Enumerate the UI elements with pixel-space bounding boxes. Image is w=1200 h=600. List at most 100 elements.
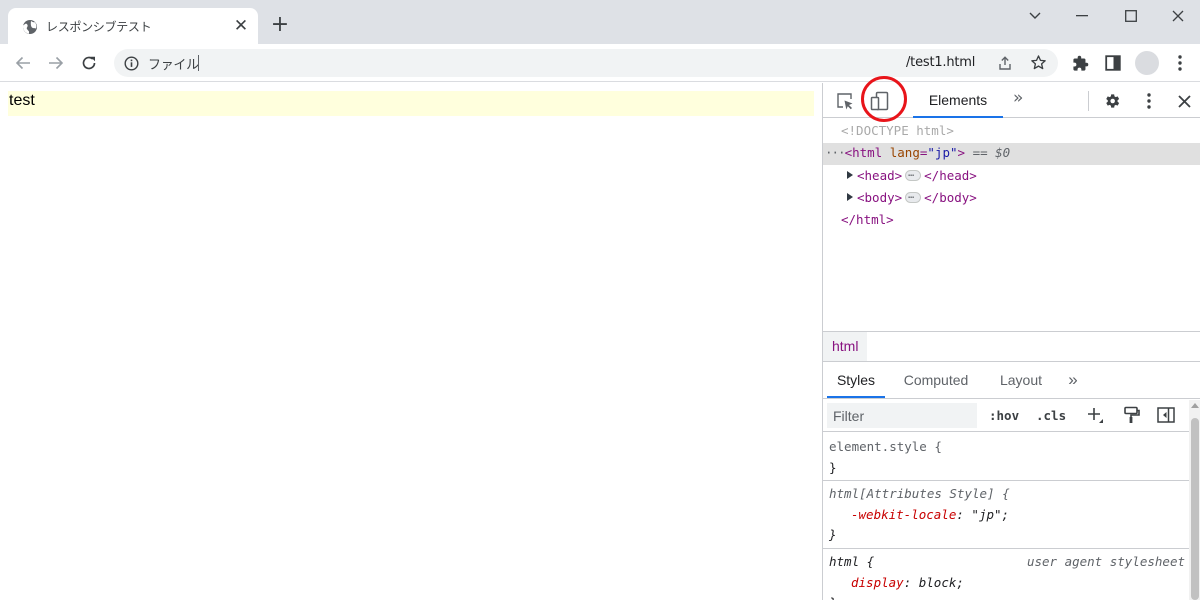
side-panel-button[interactable]: [1104, 54, 1122, 72]
rule-close-brace: }: [829, 593, 837, 600]
html-element-highlight: [8, 91, 814, 116]
scroll-up-arrow-icon[interactable]: [1191, 403, 1199, 408]
forward-icon: [49, 56, 64, 70]
tab-search-button[interactable]: [1019, 4, 1051, 28]
new-style-rule-button[interactable]: [1085, 405, 1105, 425]
gear-icon: [1106, 94, 1120, 108]
dom-head-line[interactable]: <head> </head>: [823, 164, 1200, 188]
tab-styles[interactable]: Styles: [827, 363, 885, 398]
chevron-down-icon: [1029, 12, 1041, 19]
style-colon: :: [956, 507, 972, 522]
html-attr-value: "jp": [927, 145, 958, 160]
menu-dots-icon[interactable]: [1172, 54, 1188, 72]
maximize-button[interactable]: [1115, 4, 1147, 28]
page-viewport: test: [0, 83, 822, 600]
body-open-tag: <body>: [857, 190, 903, 205]
forward-button[interactable]: [44, 51, 68, 75]
tab-close-button[interactable]: ✕: [232, 17, 250, 35]
rule-element-style[interactable]: element.style { }: [823, 433, 1189, 481]
filter-input[interactable]: [827, 403, 977, 428]
url-path: /test1.html: [906, 55, 976, 70]
style-property-line[interactable]: -webkit-locale: "jp";: [851, 505, 1009, 525]
close-icon: [1172, 10, 1184, 22]
style-rules-pane: element.style { } html[Attributes Style]…: [823, 433, 1189, 600]
rule-source-label: user agent stylesheet: [1026, 554, 1185, 569]
url-scheme-label: ファイル: [148, 58, 199, 73]
more-tabs-button[interactable]: »: [1013, 88, 1023, 108]
rule-attributes-style[interactable]: html[Attributes Style] { -webkit-locale:…: [823, 481, 1189, 549]
maximize-icon: [1125, 10, 1137, 22]
tab-layout[interactable]: Layout: [991, 363, 1051, 398]
scroll-thumb[interactable]: [1191, 418, 1199, 600]
url-separator: [198, 55, 199, 71]
node-actions-dots[interactable]: ···: [825, 145, 846, 160]
sidepanel-icon: [1105, 55, 1121, 71]
minimize-icon: [1076, 15, 1088, 17]
customize-menu-button[interactable]: [1139, 91, 1159, 111]
browser-tab[interactable]: レスポンシブテスト ✕: [8, 8, 258, 44]
share-icon[interactable]: [997, 55, 1013, 71]
dom-html-close-line[interactable]: </html>: [823, 210, 1200, 232]
expand-triangle-icon[interactable]: [847, 171, 853, 179]
style-property-value: "jp";: [971, 507, 1010, 522]
devtools-toolbar: Elements »: [823, 76, 1200, 122]
styles-scrollbar[interactable]: [1189, 400, 1200, 600]
back-button[interactable]: [11, 51, 35, 75]
plus-icon: [1088, 408, 1103, 423]
minimize-button[interactable]: [1066, 4, 1098, 28]
style-property-name: -webkit-locale: [851, 507, 957, 522]
styles-tabbar: Styles Computed Layout »: [823, 363, 1200, 399]
sidebar-toggle-icon: [1157, 407, 1175, 423]
breadcrumb-html[interactable]: html: [823, 332, 868, 361]
computed-styles-button[interactable]: [1121, 405, 1141, 425]
reload-button[interactable]: [77, 51, 101, 75]
hov-toggle[interactable]: :hov: [989, 406, 1019, 426]
dom-body-line[interactable]: <body> </body>: [823, 186, 1200, 210]
inspect-element-button[interactable]: [835, 91, 855, 111]
new-tab-button[interactable]: +: [266, 12, 294, 40]
dom-tree: <!DOCTYPE html> ···<html lang="jp"> == $…: [823, 119, 1200, 331]
extensions-button[interactable]: [1071, 54, 1089, 72]
highlight-annotation-circle: [861, 76, 907, 122]
toggle-sidebar-button[interactable]: [1156, 405, 1176, 425]
devtools-panel: Elements » <!DOCTYPE html> ···<html lang…: [822, 76, 1200, 600]
close-devtools-button[interactable]: [1174, 91, 1194, 111]
doctype-text: <!DOCTYPE html>: [841, 123, 954, 138]
more-styles-tabs-button[interactable]: »: [1061, 363, 1085, 398]
cls-toggle[interactable]: .cls: [1036, 406, 1066, 426]
rule-selector: element.style {: [829, 439, 942, 454]
avatar[interactable]: [1135, 51, 1159, 75]
toolbar-divider: [1088, 91, 1089, 111]
close-window-button[interactable]: [1162, 4, 1194, 28]
style-property-value: block;: [918, 575, 964, 590]
rule-close-brace: }: [829, 460, 837, 475]
html-open-tag: <html: [844, 145, 883, 160]
head-close-tag: </head>: [924, 168, 977, 183]
tab-computed[interactable]: Computed: [895, 363, 977, 398]
body-close-tag: </body>: [924, 190, 977, 205]
globe-icon: [22, 20, 37, 34]
dom-html-line[interactable]: ···<html lang="jp"> == $0: [823, 143, 1200, 165]
dom-doctype-line[interactable]: <!DOCTYPE html>: [823, 121, 1200, 143]
close-icon: [1177, 94, 1191, 108]
settings-button[interactable]: [1102, 91, 1122, 111]
collapsed-content-icon[interactable]: [905, 186, 922, 206]
style-colon: :: [903, 575, 919, 590]
collapsed-content-icon[interactable]: [905, 164, 922, 184]
html-open-close: >: [957, 145, 966, 160]
rule-close-brace: }: [829, 527, 837, 542]
html-close-tag: </html>: [841, 212, 894, 227]
expand-triangle-icon[interactable]: [847, 193, 853, 201]
styles-filter-toolbar: :hov .cls: [823, 400, 1189, 432]
info-icon[interactable]: [124, 56, 139, 71]
rule-html-ua[interactable]: html { user agent stylesheet display: bl…: [823, 549, 1189, 600]
reload-icon: [82, 56, 96, 70]
back-icon: [15, 56, 30, 70]
tab-elements[interactable]: Elements: [913, 83, 1003, 118]
style-property-name: display: [851, 575, 904, 590]
star-icon[interactable]: [1030, 54, 1047, 71]
style-property-line[interactable]: display: block;: [851, 573, 964, 593]
tab-title: レスポンシブテスト: [46, 20, 152, 34]
head-open-tag: <head>: [857, 168, 903, 183]
address-bar[interactable]: ファイル /test1.html: [114, 49, 1058, 77]
